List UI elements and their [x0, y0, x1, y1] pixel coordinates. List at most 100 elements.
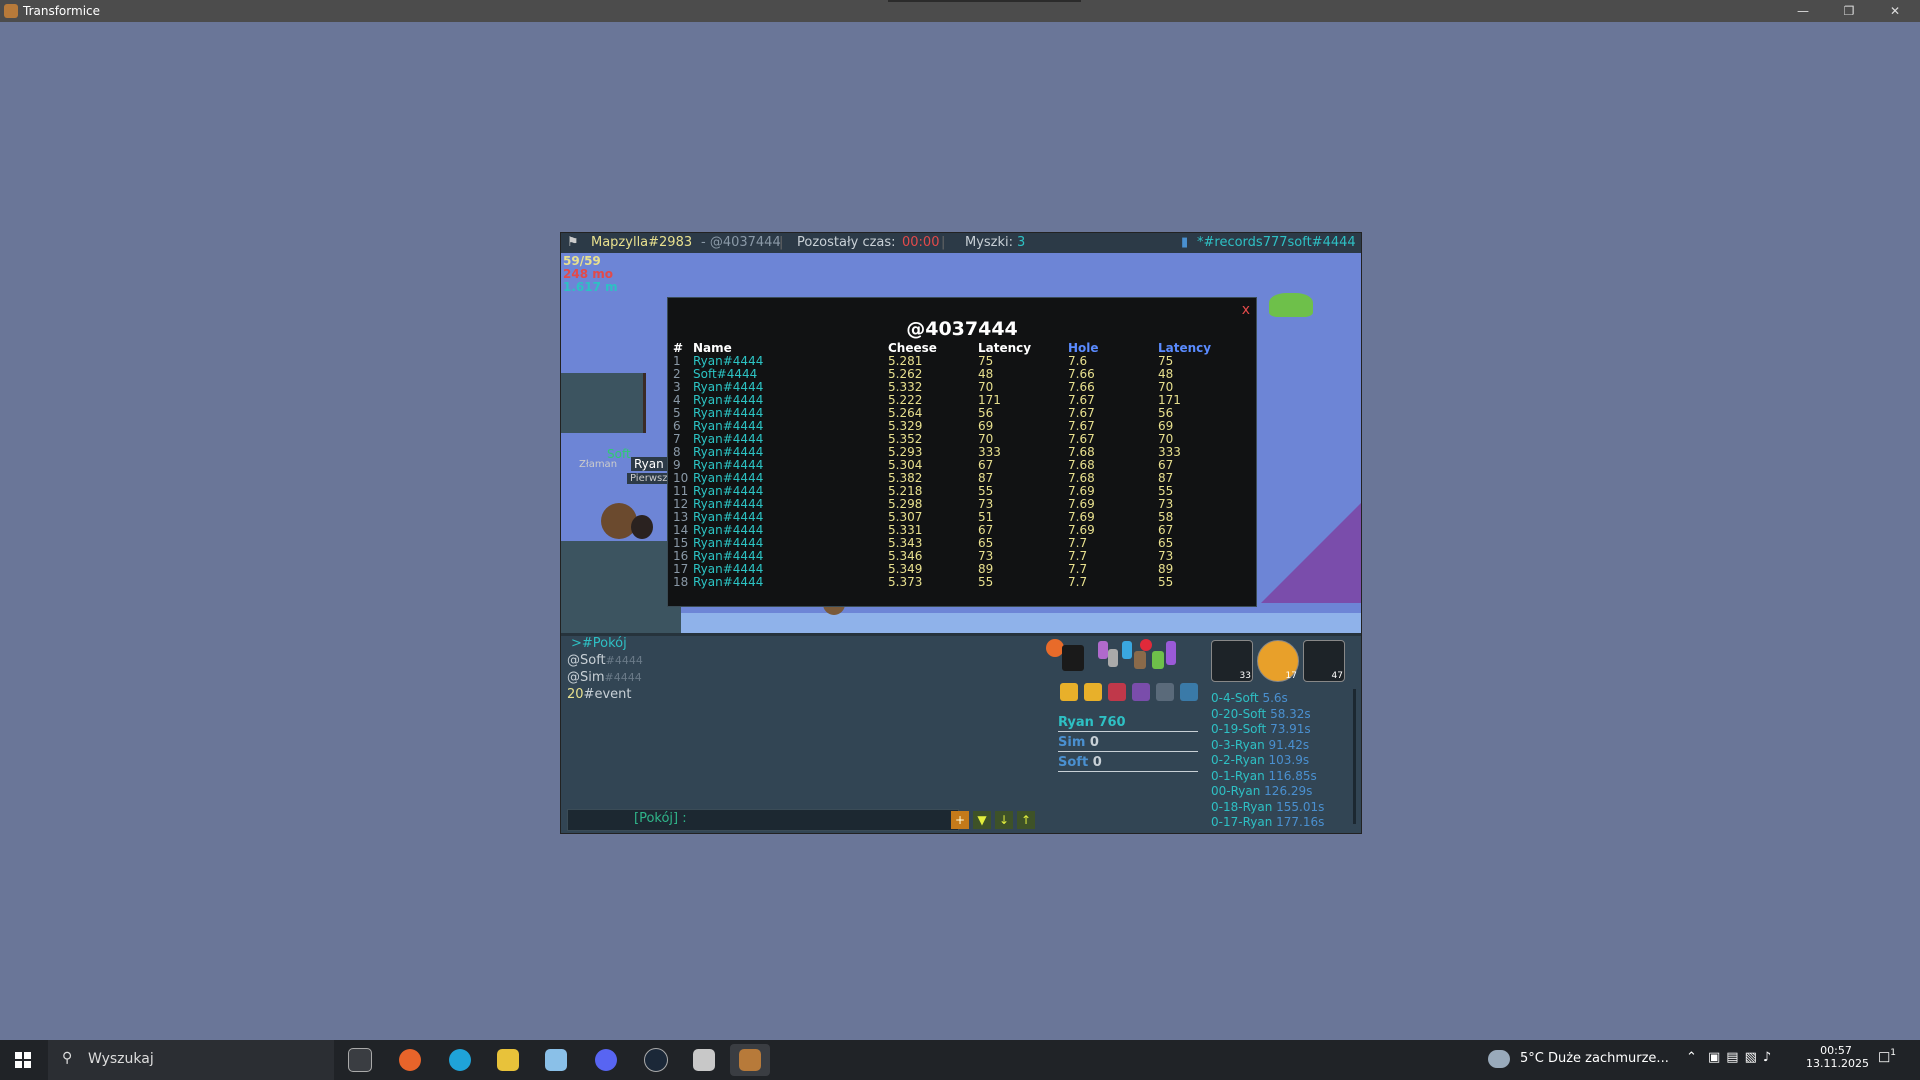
window-titlebar: Transformice — ❐ ✕	[0, 0, 1920, 22]
mice-value: 3	[1017, 235, 1026, 250]
restore-button[interactable]: ❐	[1826, 0, 1872, 22]
room-name[interactable]: *#records777soft#4444	[1197, 233, 1356, 253]
chat-area: >#Pokój @Soft#4444 @Sim#4444 20#event 33…	[561, 633, 1361, 833]
log-entry: 00-Ryan 126.29s	[1211, 784, 1313, 798]
clock-date: 13.11.2025	[1806, 1057, 1869, 1070]
tool-icon[interactable]	[1108, 649, 1118, 667]
chat-whisper-soft[interactable]: @Soft#4444	[567, 653, 643, 668]
list-icon[interactable]	[1084, 683, 1102, 701]
trophy-icon[interactable]	[1132, 683, 1150, 701]
mice-label: Myszki:	[965, 235, 1014, 250]
taskbar: ⚲ Wyszukaj 5°C Duże zachmurze... ⌃ ▣▤▧♪ …	[0, 1040, 1920, 1080]
mouse-icon	[631, 515, 653, 539]
steam-icon[interactable]	[636, 1044, 676, 1076]
app-icon[interactable]	[684, 1044, 724, 1076]
edge-icon[interactable]	[440, 1044, 480, 1076]
log-entry: 0-18-Ryan 155.01s	[1211, 799, 1325, 814]
panel-title: @4037444	[906, 318, 1018, 340]
platform	[561, 373, 646, 433]
table-row: 18 Ryan#4444 5.373 55 7.7 55	[673, 576, 1253, 589]
search-icon: ⚲	[62, 1050, 73, 1066]
cards-icon[interactable]	[1108, 683, 1126, 701]
ramp-shape	[1261, 503, 1361, 603]
discord-icon[interactable]	[586, 1044, 626, 1076]
down-arrow-button[interactable]: ▼	[973, 811, 991, 829]
game-topbar: ⚑ Mapzylla#2983 - @4037444 | Pozostały c…	[561, 233, 1361, 253]
down-button[interactable]: ↓	[995, 811, 1013, 829]
chat-input[interactable]: [Pokój] :	[567, 809, 959, 831]
search-input[interactable]: Wyszukaj	[88, 1051, 154, 1067]
clock[interactable]: 00:57 13.11.2025	[1806, 1044, 1869, 1070]
window-title: Transformice	[23, 4, 101, 18]
windows-start-icon[interactable]	[0, 1040, 46, 1080]
stats: 59/59 248 mo 1.617 m	[563, 255, 618, 294]
time-label: Pozostały czas:	[797, 235, 896, 250]
stat-distance: 1.617 m	[563, 280, 618, 294]
titlebar-indicator	[888, 0, 1081, 2]
shop-icon[interactable]	[1060, 683, 1078, 701]
transformice-icon[interactable]	[730, 1044, 770, 1076]
log-entry: 0-1-Ryan 116.85s	[1211, 768, 1317, 783]
gamepad-icon[interactable]	[1156, 683, 1174, 701]
row-name: Ryan#4444	[693, 575, 764, 589]
map-name[interactable]: Mapzylla#2983	[591, 233, 692, 253]
run-log: 0-4-Soft 5.6s 0-20-Soft 58.32s 0-19-Soft 7…	[1211, 691, 1351, 831]
row-cheese: 5.373	[888, 575, 923, 589]
log-entry: 0-20-Soft 58.32s	[1211, 706, 1311, 721]
cat-icon[interactable]	[1062, 645, 1084, 671]
tray-chevron-icon[interactable]: ⌃	[1686, 1050, 1697, 1065]
plus-button[interactable]: +	[951, 811, 969, 829]
map-code: - @4037444	[701, 235, 781, 250]
chat-event[interactable]: 20#event	[567, 687, 631, 702]
log-entry: 0-3-Ryan 91.42s	[1211, 737, 1310, 752]
cauldron-icon	[1269, 293, 1313, 317]
plus-icon[interactable]	[1152, 651, 1164, 669]
clock-time: 00:57	[1820, 1044, 1852, 1057]
notification-icon[interactable]: □1	[1878, 1048, 1896, 1064]
log-entry: 0-17-Ryan 177.16s	[1211, 815, 1325, 829]
taskbar-search[interactable]: ⚲ Wyszukaj	[48, 1040, 334, 1080]
chat-whisper-sim[interactable]: @Sim#4444	[567, 670, 642, 685]
score-row: Ryan 760	[1058, 715, 1198, 732]
close-icon[interactable]: x	[1242, 302, 1250, 318]
log-entry: 0-2-Ryan 103.9s	[1211, 753, 1310, 767]
log-scrollbar[interactable]	[1353, 689, 1356, 824]
magnifier-icon[interactable]: 47	[1303, 640, 1345, 682]
row-num: 18	[673, 575, 689, 589]
room-icon: ▮	[1181, 235, 1189, 250]
time-value: 00:00	[902, 235, 940, 250]
tray-icons[interactable]: ▣▤▧♪	[1708, 1050, 1777, 1065]
chat-room[interactable]: >#Pokój	[571, 636, 627, 651]
fullscreen-icon[interactable]	[1180, 683, 1198, 701]
taskview-icon[interactable]	[340, 1044, 380, 1076]
player-title: Złaman	[579, 459, 618, 470]
player-tag-ryan: Ryan	[631, 457, 667, 471]
game-area[interactable]: ⚑ Mapzylla#2983 - @4037444 | Pozostały c…	[560, 232, 1362, 834]
score-row: Soft 0	[1058, 755, 1198, 772]
firefox-icon[interactable]	[390, 1044, 430, 1076]
ground-block	[561, 541, 681, 633]
game-map[interactable]: 59/59 248 mo 1.617 m Soft Złaman Ryan Pi…	[561, 253, 1361, 633]
cheese-icon[interactable]: 33	[1211, 640, 1253, 682]
player-title-2: Pierwsz	[627, 473, 671, 484]
drop-icon[interactable]	[1122, 641, 1132, 659]
bag-icon[interactable]	[1134, 651, 1146, 669]
row-latency: 55	[978, 575, 994, 589]
heart-icon[interactable]	[1140, 639, 1152, 651]
crystal-icon[interactable]	[1166, 641, 1176, 665]
log-entry: 0-19-Soft 73.91s	[1211, 722, 1311, 736]
weather-text[interactable]: 5°C Duże zachmurze...	[1520, 1051, 1669, 1066]
minimize-button[interactable]: —	[1780, 0, 1826, 22]
orb-icon[interactable]: 17	[1257, 640, 1299, 682]
row-hole: 7.7	[1068, 575, 1088, 589]
row-latency-2: 55	[1158, 575, 1174, 589]
up-button[interactable]: ↑	[1017, 811, 1035, 829]
floor-block	[681, 613, 1361, 633]
close-window-button[interactable]: ✕	[1872, 0, 1918, 22]
chat-channel-label: [Pokój] :	[634, 811, 687, 826]
transformice-icon	[4, 4, 18, 18]
explorer-icon[interactable]	[488, 1044, 528, 1076]
potion-icon[interactable]	[1098, 641, 1108, 659]
log-entry: 0-4-Soft 5.6s	[1211, 691, 1288, 705]
notes-icon[interactable]	[536, 1044, 576, 1076]
